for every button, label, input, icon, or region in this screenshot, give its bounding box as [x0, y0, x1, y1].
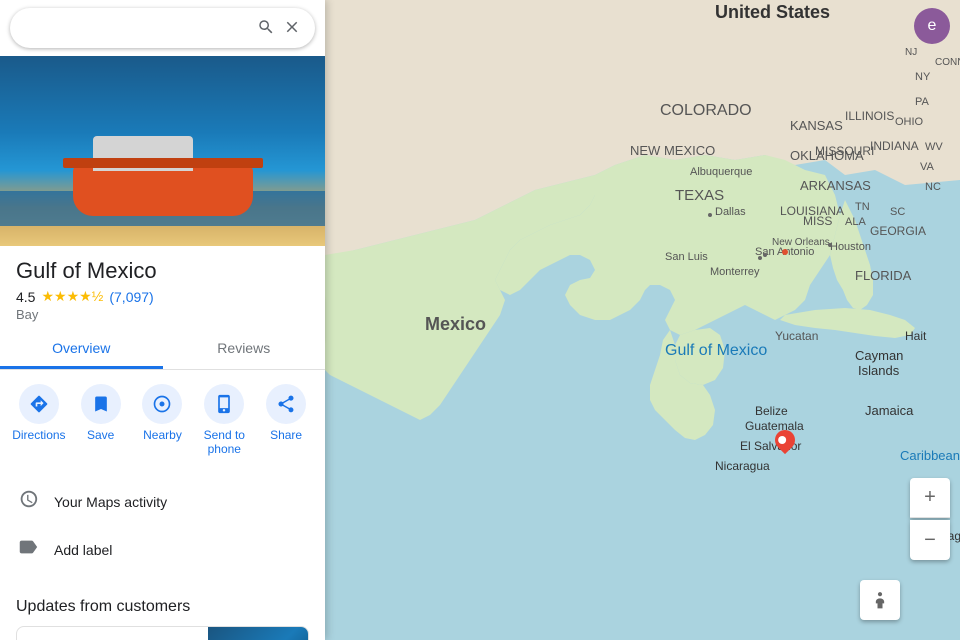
svg-text:Jamaica: Jamaica	[865, 403, 914, 418]
svg-text:Gulf of Mexico: Gulf of Mexico	[665, 342, 767, 359]
tabs: Overview Reviews	[0, 330, 325, 370]
label-icon	[16, 536, 40, 564]
add-label-label: Add label	[54, 542, 112, 558]
svg-text:SC: SC	[890, 206, 905, 218]
svg-text:Monterrey: Monterrey	[710, 266, 760, 278]
person-icon	[870, 590, 890, 610]
left-panel: Gulf of Mexico Gulf of Mexico 4.5 ★★★★½	[0, 0, 325, 640]
update-card[interactable]: It Has False Killer Whales? 3 weeks ago	[16, 626, 309, 640]
clear-button[interactable]	[279, 18, 305, 39]
map-svg: United States COLORADO NEW MEXICO TEXAS …	[325, 0, 960, 640]
user-avatar[interactable]: e	[914, 8, 950, 44]
rating-number: 4.5	[16, 289, 35, 305]
save-icon	[81, 384, 121, 424]
your-maps-activity-item[interactable]: Your Maps activity	[0, 478, 325, 526]
location-pin[interactable]	[775, 430, 795, 456]
stars: ★★★★½	[41, 288, 103, 305]
svg-text:LOUISIANA: LOUISIANA	[780, 204, 844, 218]
rating-row: 4.5 ★★★★½ (7,097)	[16, 288, 309, 305]
share-label: Share	[270, 428, 302, 442]
svg-text:VA: VA	[920, 161, 935, 173]
map-area[interactable]: United States COLORADO NEW MEXICO TEXAS …	[325, 0, 960, 640]
svg-text:NY: NY	[915, 71, 931, 83]
svg-text:Cayman: Cayman	[855, 348, 903, 363]
svg-text:Hait: Hait	[905, 329, 927, 343]
svg-text:OHIO: OHIO	[895, 116, 924, 128]
share-button[interactable]: Share	[259, 384, 314, 456]
directions-button[interactable]: Directions	[11, 384, 66, 456]
svg-text:GEORGIA: GEORGIA	[870, 224, 926, 238]
send-phone-icon	[204, 384, 244, 424]
svg-text:COLORADO: COLORADO	[660, 102, 752, 119]
svg-text:Caribbean Sea: Caribbean Sea	[900, 448, 960, 463]
svg-text:CONN: CONN	[935, 57, 960, 68]
tab-overview[interactable]: Overview	[0, 330, 163, 369]
update-image	[208, 627, 308, 640]
svg-text:Mexico: Mexico	[425, 314, 486, 334]
save-label: Save	[87, 428, 114, 442]
svg-text:Islands: Islands	[858, 363, 900, 378]
pin-head	[771, 426, 799, 454]
svg-text:PA: PA	[915, 96, 930, 108]
svg-text:WV: WV	[925, 141, 943, 153]
place-name: Gulf of Mexico	[16, 258, 309, 284]
svg-text:San Luis: San Luis	[665, 251, 708, 263]
svg-text:Houston: Houston	[830, 241, 871, 253]
zoom-out-button[interactable]: −	[910, 520, 950, 560]
svg-text:TEXAS: TEXAS	[675, 187, 724, 204]
send-to-phone-button[interactable]: Send tophone	[197, 384, 252, 456]
svg-text:ILLINOIS: ILLINOIS	[845, 109, 894, 123]
send-phone-label: Send tophone	[204, 428, 245, 456]
nearby-label: Nearby	[143, 428, 182, 442]
search-icon	[257, 18, 275, 36]
save-button[interactable]: Save	[73, 384, 128, 456]
search-button[interactable]	[253, 18, 279, 39]
svg-text:KANSAS: KANSAS	[790, 118, 843, 133]
svg-text:NJ: NJ	[905, 47, 917, 58]
place-type: Bay	[16, 307, 309, 322]
svg-text:Nicaragua: Nicaragua	[715, 459, 770, 473]
review-count[interactable]: (7,097)	[109, 289, 153, 305]
updates-section: Updates from customers It Has False Kill…	[0, 586, 325, 640]
map-controls: + −	[910, 478, 950, 560]
svg-text:ARKANSAS: ARKANSAS	[800, 178, 871, 193]
place-info: Gulf of Mexico 4.5 ★★★★½ (7,097) Bay	[0, 246, 325, 330]
nearby-icon	[142, 384, 182, 424]
directions-icon	[19, 384, 59, 424]
svg-text:Yucatan: Yucatan	[775, 329, 818, 343]
svg-text:Belize: Belize	[755, 404, 788, 418]
directions-label: Directions	[12, 428, 65, 442]
street-view-button[interactable]	[860, 580, 900, 620]
svg-text:FLORIDA: FLORIDA	[855, 268, 912, 283]
svg-text:United States: United States	[715, 2, 830, 22]
your-maps-activity-label: Your Maps activity	[54, 494, 167, 510]
hero-image	[0, 56, 325, 246]
update-text: It Has False Killer Whales? 3 weeks ago	[17, 627, 208, 640]
svg-text:NEW MEXICO: NEW MEXICO	[630, 143, 715, 158]
pin-dot	[777, 434, 788, 445]
activity-section: Your Maps activity Add label	[0, 474, 325, 578]
action-buttons: Directions Save Nearby Send tophone Shar…	[0, 370, 325, 466]
svg-text:TN: TN	[855, 201, 870, 213]
search-bar: Gulf of Mexico	[10, 8, 315, 48]
history-icon	[16, 488, 40, 516]
add-label-item[interactable]: Add label	[0, 526, 325, 574]
updates-title: Updates from customers	[16, 598, 309, 616]
svg-text:MISSOURI: MISSOURI	[815, 144, 874, 158]
tab-reviews[interactable]: Reviews	[163, 330, 326, 369]
svg-text:INDIANA: INDIANA	[870, 139, 919, 153]
zoom-in-button[interactable]: +	[910, 478, 950, 518]
svg-text:Albuquerque: Albuquerque	[690, 166, 752, 178]
svg-text:ALA: ALA	[845, 216, 866, 228]
search-input[interactable]: Gulf of Mexico	[20, 20, 253, 37]
close-icon	[283, 18, 301, 36]
share-icon	[266, 384, 306, 424]
nearby-button[interactable]: Nearby	[135, 384, 190, 456]
svg-text:Dallas: Dallas	[715, 206, 746, 218]
svg-text:NC: NC	[925, 181, 941, 193]
